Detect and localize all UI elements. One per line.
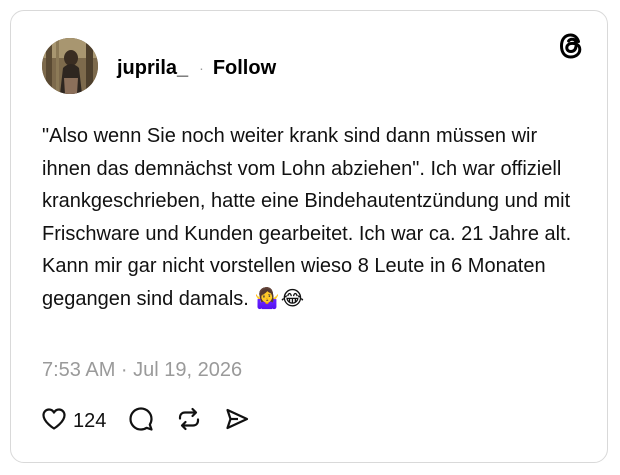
username[interactable]: juprila_ [117, 57, 188, 80]
avatar[interactable] [42, 38, 98, 94]
heart-icon [41, 407, 67, 436]
emoji-reaction: 🤷‍♀️😂 [254, 287, 306, 310]
like-button[interactable]: 124 [41, 407, 106, 436]
post-body: "Also wenn Sie noch weiter krank sind da… [42, 120, 582, 315]
threads-logo-icon[interactable] [558, 32, 584, 60]
post-header: juprila_ · Follow [117, 55, 276, 81]
send-icon [224, 406, 250, 437]
follow-button[interactable]: Follow [213, 57, 276, 80]
post-timestamp[interactable]: 7:53 AM · Jul 19, 2026 [42, 359, 242, 382]
comment-bubble-icon [128, 406, 154, 437]
like-count: 124 [73, 409, 107, 432]
separator-dot: · [199, 60, 204, 76]
repost-icon [176, 406, 202, 437]
share-button[interactable] [224, 406, 250, 437]
comment-button[interactable] [128, 406, 154, 437]
action-bar: 124 [41, 406, 250, 437]
post-card: juprila_ · Follow "Also wenn Sie noch we… [10, 10, 608, 463]
repost-button[interactable] [176, 406, 202, 437]
post-text: "Also wenn Sie noch weiter krank sind da… [42, 125, 572, 310]
